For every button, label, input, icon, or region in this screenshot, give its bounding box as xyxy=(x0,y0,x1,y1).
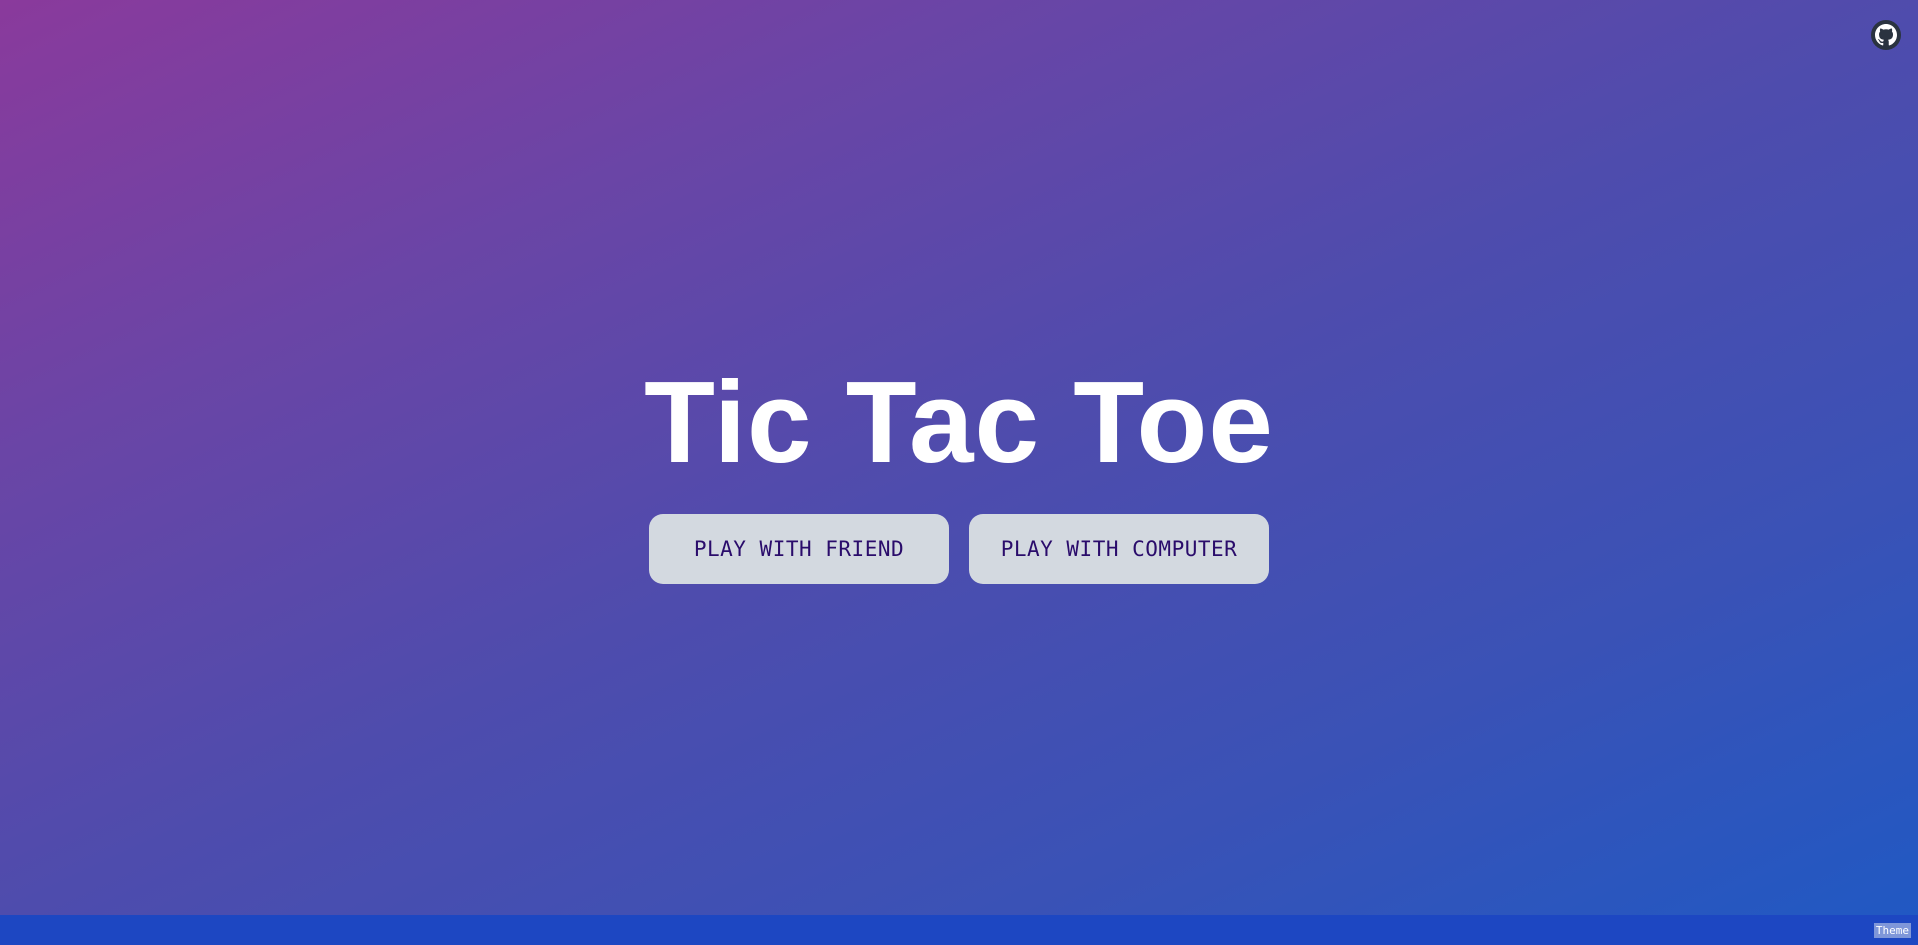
main-menu: Tic Tac Toe PLAY WITH FRIEND PLAY WITH C… xyxy=(0,362,1918,584)
page-title: Tic Tac Toe xyxy=(644,357,1274,487)
theme-button[interactable]: Theme xyxy=(1873,923,1911,938)
footer-bar: Theme xyxy=(0,915,1918,945)
mode-buttons: PLAY WITH FRIEND PLAY WITH COMPUTER xyxy=(649,514,1269,584)
play-with-friend-button[interactable]: PLAY WITH FRIEND xyxy=(649,514,949,584)
play-with-computer-button[interactable]: PLAY WITH COMPUTER xyxy=(969,514,1269,584)
github-icon xyxy=(1875,24,1897,46)
github-link[interactable] xyxy=(1871,20,1901,50)
